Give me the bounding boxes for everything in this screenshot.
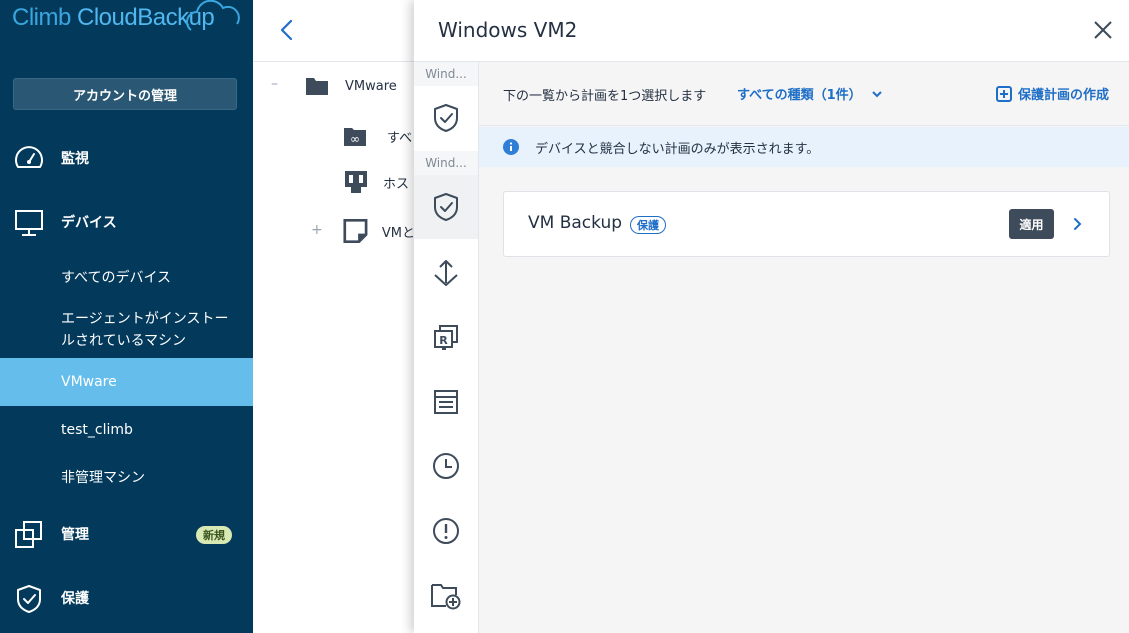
tree-collapse-toggle[interactable]: – <box>271 76 278 92</box>
server-icon <box>345 171 367 193</box>
nav-agent-installed[interactable]: エージェントがインストー ルされているマシン <box>0 308 253 352</box>
shield-check-icon <box>434 193 458 221</box>
drawer-title: Windows VM2 <box>438 18 578 42</box>
folder-icon <box>306 78 328 95</box>
exclamation-circle-icon <box>433 518 459 544</box>
tree-expand-toggle[interactable]: + <box>311 222 323 238</box>
monitor-icon <box>15 210 43 236</box>
vertical-tab-bar: Wind... Wind... R <box>414 62 479 633</box>
sidebar: Climb CloudBackup アカウントの管理 監視 デバイス すべてのデ… <box>0 0 253 633</box>
plan-content: 下の一覧から計画を1つ選択します すべての種類（1件） 保護計画の作成 デバイス… <box>479 62 1129 633</box>
tab-recovery[interactable]: R <box>414 306 478 370</box>
infinity-folder-icon: ∞ <box>344 128 366 146</box>
vm-note-icon <box>343 219 368 243</box>
tree-item-vmware[interactable]: VMware <box>305 74 415 98</box>
nav-devices[interactable]: デバイス <box>0 198 253 246</box>
replication-arrow-icon <box>434 260 458 286</box>
nav-manage[interactable]: 管理 新規 <box>0 510 253 558</box>
shield-check-icon <box>434 104 458 132</box>
chevron-down-icon <box>871 90 882 97</box>
plan-name: VM Backup <box>528 213 623 233</box>
device-tree-panel: – VMware ∞ すべ ホス + VMと <box>253 0 415 633</box>
tab-details[interactable] <box>414 370 478 434</box>
shield-check-icon <box>17 585 41 613</box>
nav-test-climb[interactable]: test_climb <box>0 418 253 442</box>
folder-add-icon <box>431 584 461 610</box>
nav-unmanaged[interactable]: 非管理マシン <box>0 466 253 490</box>
tab-replication[interactable] <box>414 242 478 306</box>
plus-square-icon <box>995 85 1012 102</box>
svg-text:R: R <box>439 334 448 347</box>
tab-protection-2[interactable] <box>414 175 478 239</box>
gauge-icon <box>15 146 43 168</box>
clock-icon <box>433 453 459 479</box>
plan-card-vm-backup[interactable]: VM Backup 保護 適用 <box>503 191 1110 257</box>
nav-all-devices[interactable]: すべてのデバイス <box>0 266 253 290</box>
overlapping-squares-icon <box>15 521 42 548</box>
tab-caption: Wind... <box>414 62 478 86</box>
info-banner: デバイスと競合しない計画のみが表示されます。 <box>479 127 1129 167</box>
new-badge: 新規 <box>196 526 232 544</box>
tab-caption: Wind... <box>414 151 478 175</box>
account-management-button[interactable]: アカウントの管理 <box>13 78 237 110</box>
tree-item-vm-templates[interactable]: VMと <box>343 216 415 246</box>
plan-toolbar: 下の一覧から計画を1つ選択します すべての種類（1件） 保護計画の作成 <box>479 62 1129 126</box>
apply-button[interactable]: 適用 <box>1009 209 1054 239</box>
tab-add-to-group[interactable] <box>414 564 478 628</box>
document-list-icon <box>434 390 458 414</box>
cloud-logo-icon <box>186 0 240 31</box>
drawer-header: Windows VM2 <box>414 0 1129 62</box>
info-icon <box>503 139 519 155</box>
plan-type-tag: 保護 <box>630 216 666 234</box>
nav-vmware[interactable]: VMware <box>0 358 253 406</box>
recovery-r-icon: R <box>434 325 458 350</box>
tree-item-hosts[interactable]: ホス <box>343 168 415 196</box>
plan-drawer: Windows VM2 Wind... Wind... R 下の一覧から計画を1… <box>414 0 1129 633</box>
chevron-left-icon[interactable] <box>275 16 299 44</box>
plan-type-filter[interactable]: すべての種類（1件） <box>737 84 882 103</box>
tree-header <box>253 0 415 62</box>
nav-protect[interactable]: 保護 <box>0 574 253 622</box>
nav-monitor[interactable]: 監視 <box>0 134 253 182</box>
tab-history[interactable] <box>414 434 478 498</box>
instruction-text: 下の一覧から計画を1つ選択します <box>503 89 707 104</box>
create-plan-button[interactable]: 保護計画の作成 <box>995 84 1109 103</box>
tree-item-all[interactable]: ∞ すべ <box>343 122 415 150</box>
close-icon[interactable] <box>1091 18 1115 42</box>
chevron-right-icon[interactable] <box>1072 214 1084 234</box>
tab-alerts[interactable] <box>414 499 478 563</box>
tab-protection-1[interactable] <box>414 86 478 150</box>
svg-text:∞: ∞ <box>350 132 360 146</box>
